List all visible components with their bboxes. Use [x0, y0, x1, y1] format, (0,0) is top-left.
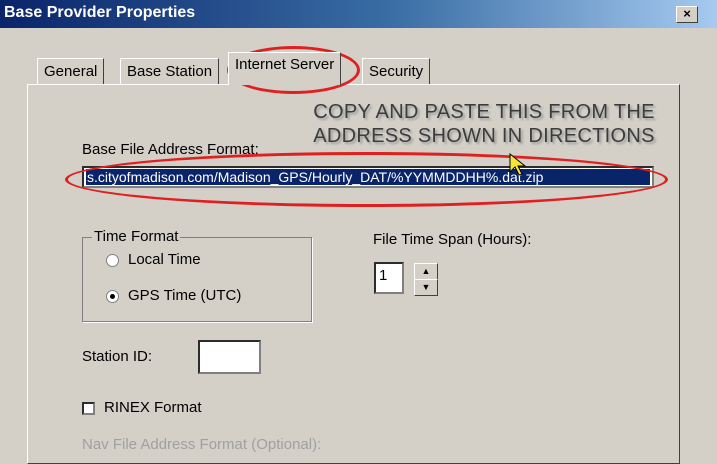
annotation-line-2: ADDRESS SHOWN IN DIRECTIONS — [313, 125, 655, 147]
local-time-label: Local Time — [128, 251, 201, 268]
file-time-span-input[interactable]: 1 — [374, 262, 404, 294]
tab-base-station[interactable]: Base Station — [120, 58, 220, 84]
annotation-text: COPY AND PASTE THIS FROM THE ADDRESS SHO… — [288, 100, 680, 148]
station-id-input[interactable] — [198, 340, 261, 374]
address-label: Base File Address Format: — [82, 141, 259, 158]
tab-internet-server-label: Internet Server — [235, 56, 335, 73]
tab-internet-server[interactable]: Internet Server — [228, 52, 342, 85]
tab-general[interactable]: General — [37, 58, 105, 84]
tab-security[interactable]: Security — [362, 58, 431, 84]
window-title: Base Provider Properties — [4, 4, 196, 21]
cursor-icon — [509, 152, 527, 176]
gps-time-radio[interactable] — [106, 290, 119, 303]
file-time-span-label: File Time Span (Hours): — [373, 231, 532, 248]
arrow-down-icon: ▼ — [421, 282, 431, 292]
time-format-legend: Time Format — [92, 228, 181, 245]
spin-up-button[interactable]: ▲ — [414, 263, 438, 280]
title-bar: Base Provider Properties × — [0, 0, 717, 28]
rinex-label: RINEX Format — [104, 399, 202, 416]
arrow-up-icon: ▲ — [421, 266, 431, 276]
tab-base-station-label: Base Station — [127, 63, 213, 80]
time-format-group — [82, 237, 312, 322]
tab-security-label: Security — [369, 63, 424, 80]
annotation-line-1: COPY AND PASTE THIS FROM THE — [313, 101, 655, 123]
spin-down-button[interactable]: ▼ — [414, 279, 438, 296]
local-time-radio[interactable] — [106, 254, 119, 267]
close-icon: × — [683, 6, 691, 21]
station-id-label: Station ID: — [82, 348, 153, 365]
tab-general-label: General — [44, 63, 98, 80]
gps-time-label: GPS Time (UTC) — [128, 287, 242, 304]
nav-address-label: Nav File Address Format (Optional): — [82, 436, 322, 453]
rinex-checkbox[interactable] — [82, 402, 95, 415]
close-button[interactable]: × — [676, 6, 698, 23]
address-value: s.cityofmadison.com/Madison_GPS/Hourly_D… — [86, 169, 650, 185]
address-input[interactable]: s.cityofmadison.com/Madison_GPS/Hourly_D… — [82, 166, 654, 188]
